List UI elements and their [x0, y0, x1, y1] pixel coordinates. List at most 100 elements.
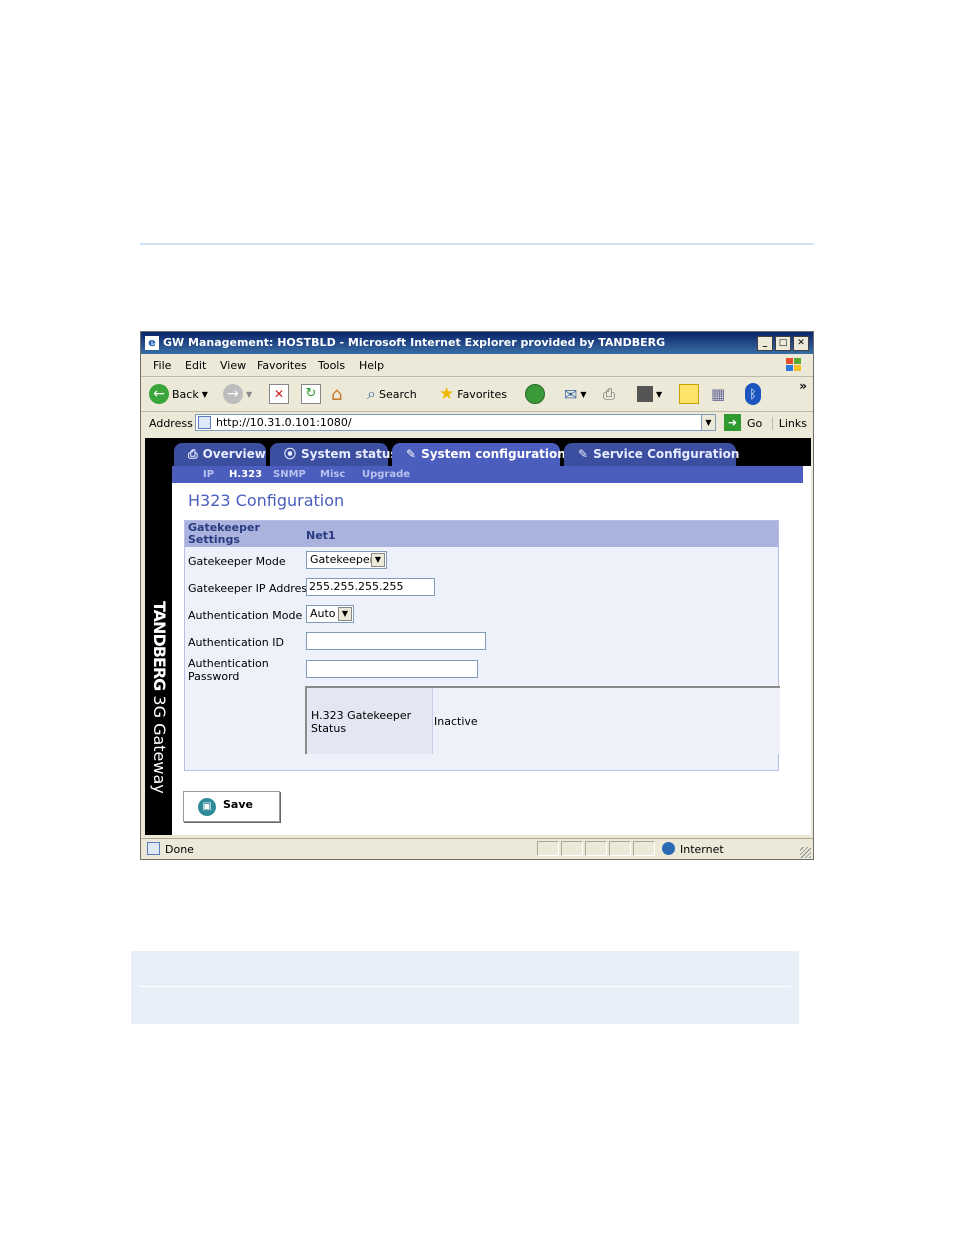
globe-icon: [662, 842, 675, 855]
toolbar: ← Back ▼ → ▼ ✕ ↻ ⌂ ⌕ Search ★ Favorites …: [141, 377, 813, 412]
favorites-label: Favorites: [457, 387, 507, 401]
maximize-button[interactable]: □: [775, 336, 791, 351]
subnav-h323[interactable]: H.323: [229, 469, 262, 480]
menu-file[interactable]: File: [153, 359, 171, 372]
gatekeeper-settings-panel: Gatekeeper Settings Net1 Gatekeeper Mode…: [184, 520, 780, 771]
windows-logo-icon: [786, 358, 801, 371]
tab-system-status-label: System status: [301, 447, 398, 461]
back-button[interactable]: ← Back ▼: [149, 382, 208, 406]
menu-favorites[interactable]: Favorites: [257, 359, 307, 372]
brand-name: TANDBERG: [150, 601, 169, 691]
menu-view[interactable]: View: [220, 359, 246, 372]
ie-icon: e: [145, 336, 159, 350]
panel-header-column: Net1: [306, 529, 336, 542]
toolbar-overflow-chevron[interactable]: »: [799, 379, 807, 393]
save-label: Save: [223, 798, 253, 811]
note-icon: [679, 384, 699, 404]
tab-system-configuration[interactable]: ✎ System configuration: [392, 443, 566, 466]
menu-edit[interactable]: Edit: [185, 359, 206, 372]
web-content: TANDBERG 3G Gateway ⎙ Overview ⦿ System st…: [145, 438, 811, 835]
print-button[interactable]: ⎙: [603, 382, 615, 406]
brand-product: 3G Gateway: [150, 695, 169, 794]
gatekeeper-ip-input[interactable]: 255.255.255.255: [306, 578, 435, 596]
window-title: GW Management: HOSTBLD - Microsoft Inter…: [163, 336, 666, 349]
note-box: [131, 951, 799, 1024]
home-icon: ⌂: [331, 383, 343, 405]
tab-service-configuration[interactable]: ✎ Service Configuration: [564, 443, 739, 466]
refresh-button[interactable]: ↻: [301, 382, 321, 406]
tab-system-status[interactable]: ⦿ System status: [270, 443, 398, 466]
print-icon: ⎙: [603, 385, 616, 403]
edit-icon: [637, 386, 653, 402]
brand-logo: TANDBERG 3G Gateway: [147, 601, 171, 831]
stop-icon: ✕: [269, 384, 289, 404]
tab-overview[interactable]: ⎙ Overview: [174, 443, 266, 466]
panel-header-label: Gatekeeper Settings: [188, 521, 260, 546]
status-cell: [561, 841, 583, 856]
forward-dropdown-icon: ▼: [246, 389, 253, 399]
forward-button[interactable]: → ▼: [223, 382, 252, 406]
go-button[interactable]: Go: [747, 417, 762, 430]
chevron-down-icon: ▼: [371, 553, 385, 567]
mail-button[interactable]: ✉ ▼: [564, 382, 587, 406]
stop-button[interactable]: ✕: [269, 382, 289, 406]
go-arrow-icon[interactable]: ➜: [724, 414, 741, 431]
refresh-icon: ↻: [301, 384, 321, 404]
address-input[interactable]: http://10.31.0.101:1080/: [195, 414, 715, 431]
title-bar: e GW Management: HOSTBLD - Microsoft Int…: [141, 332, 813, 354]
subnav-upgrade[interactable]: Upgrade: [362, 469, 410, 480]
auth-mode-value: Auto: [310, 607, 336, 620]
status-cell: [537, 841, 559, 856]
search-button[interactable]: ⌕ Search: [367, 382, 417, 406]
search-label: Search: [378, 387, 417, 401]
gatekeeper-status-table: H.323 Gatekeeper Status Inactive: [305, 686, 780, 754]
gatekeeper-status-value: Inactive: [434, 715, 478, 728]
auth-id-label: Authentication ID: [188, 636, 284, 649]
auth-password-input[interactable]: [306, 660, 478, 678]
chevron-down-icon: ▼: [338, 607, 352, 621]
favorites-button[interactable]: ★ Favorites: [439, 382, 507, 406]
mail-dropdown-icon: ▼: [580, 389, 587, 399]
subnav-snmp[interactable]: SNMP: [273, 469, 306, 480]
auth-mode-select[interactable]: Auto ▼: [306, 605, 354, 623]
minimize-button[interactable]: _: [757, 336, 773, 351]
research-button[interactable]: ▦: [711, 382, 725, 406]
save-button[interactable]: ▣ Save: [183, 791, 280, 822]
edit-button[interactable]: ▼: [637, 382, 662, 406]
tab-overview-label: Overview: [202, 447, 266, 461]
status-cell: [609, 841, 631, 856]
back-arrow-icon: ←: [149, 384, 169, 404]
page-icon: [147, 842, 160, 855]
overview-icon: ⎙: [188, 447, 198, 461]
subnav-ip[interactable]: IP: [203, 469, 214, 480]
status-text: Done: [165, 843, 194, 856]
bluetooth-button[interactable]: ᛒ: [745, 382, 761, 406]
resize-grip[interactable]: [800, 847, 811, 858]
sub-navigation: IP H.323 SNMP Misc Upgrade: [172, 466, 803, 483]
discuss-button[interactable]: [679, 382, 699, 406]
gatekeeper-mode-label: Gatekeeper Mode: [188, 555, 286, 568]
links-button[interactable]: Links: [771, 417, 807, 430]
auth-password-label: Authentication Password: [188, 657, 269, 683]
address-bar: Address http://10.31.0.101:1080/ ▼ ➜ Go …: [141, 412, 813, 435]
edit-dropdown-icon: ▼: [656, 389, 663, 399]
menu-help[interactable]: Help: [359, 359, 384, 372]
back-dropdown-icon: ▼: [201, 389, 208, 399]
main-panel: H323 Configuration Gatekeeper Settings N…: [172, 483, 803, 835]
history-button[interactable]: [525, 382, 545, 406]
wrench-icon: ✎: [578, 447, 589, 461]
back-label: Back: [172, 387, 199, 401]
address-dropdown-icon[interactable]: ▼: [701, 414, 716, 431]
address-label: Address: [149, 417, 193, 430]
tab-strip: ⎙ Overview ⦿ System status ✎ System configu…: [172, 438, 811, 466]
research-icon: ▦: [711, 385, 726, 403]
subnav-misc[interactable]: Misc: [320, 469, 345, 480]
status-cell: [585, 841, 607, 856]
menu-tools[interactable]: Tools: [318, 359, 345, 372]
security-zone: Internet: [680, 843, 724, 856]
auth-id-input[interactable]: [306, 632, 486, 650]
home-button[interactable]: ⌂: [331, 382, 342, 406]
gatekeeper-mode-select[interactable]: Gatekeeper ▼: [306, 551, 387, 569]
close-button[interactable]: ✕: [793, 336, 809, 351]
gatekeeper-status-label: H.323 Gatekeeper Status: [311, 709, 412, 735]
